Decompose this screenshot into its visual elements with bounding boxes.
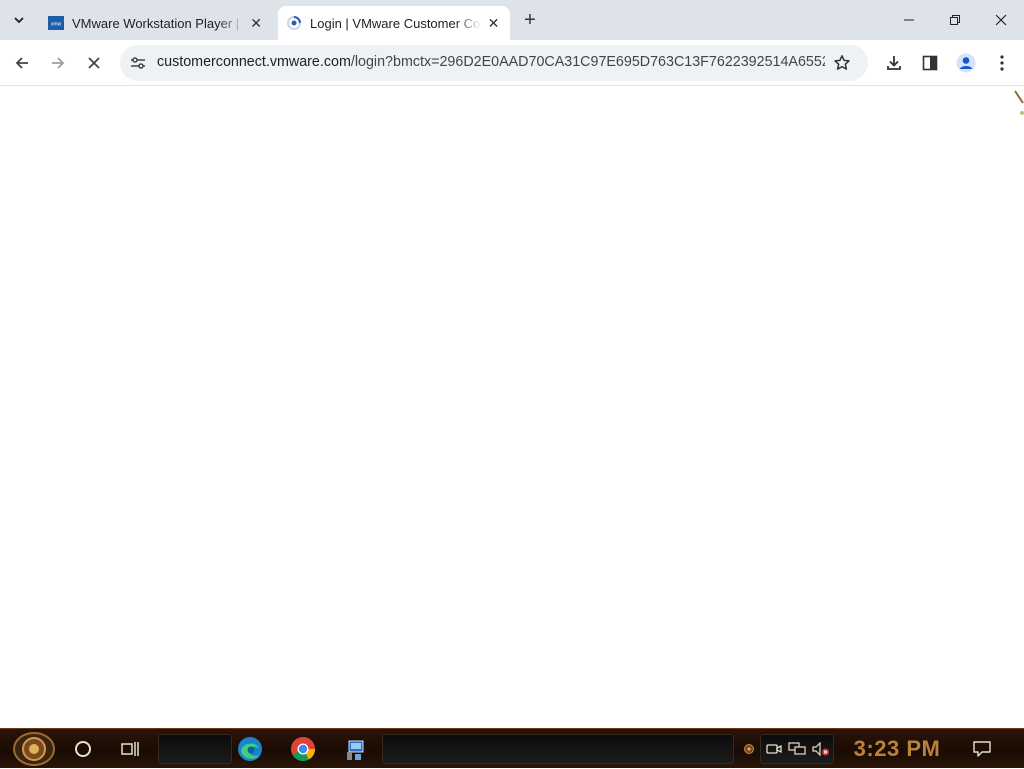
forward-button[interactable] xyxy=(42,47,74,79)
start-button[interactable] xyxy=(10,730,58,768)
download-icon xyxy=(887,56,901,70)
profile-button[interactable] xyxy=(950,47,982,79)
volume-muted-icon xyxy=(812,742,829,756)
network-folder-icon xyxy=(347,740,364,760)
tab-vmware-login[interactable]: Login | VMware Customer Connect ✕ xyxy=(278,6,510,40)
network-icon xyxy=(788,742,806,755)
vmware-icon: vmw xyxy=(48,15,64,31)
address-bar[interactable]: customerconnect.vmware.com/login?bmctx=2… xyxy=(120,45,868,81)
tab-vmware-workstation[interactable]: vmw VMware Workstation Player | VMware ✕ xyxy=(40,6,272,40)
tray-volume[interactable] xyxy=(810,729,832,769)
stop-loading-button[interactable] xyxy=(78,47,110,79)
gear-icon xyxy=(744,744,754,754)
tab-close-button[interactable]: ✕ xyxy=(248,13,264,33)
taskbar-panel-main xyxy=(382,734,734,764)
restore-icon xyxy=(950,15,960,25)
taskbar-clock[interactable]: 3:23 PM xyxy=(838,729,956,769)
decoration-icon xyxy=(1014,90,1024,115)
minimize-button[interactable] xyxy=(886,0,932,40)
side-panel-button[interactable] xyxy=(914,47,946,79)
close-window-button[interactable] xyxy=(978,0,1024,40)
search-circle-icon xyxy=(75,741,91,757)
svg-text:vmw: vmw xyxy=(51,22,62,28)
start-orb-icon xyxy=(13,732,55,766)
avatar-icon xyxy=(956,53,976,73)
side-panel-icon xyxy=(922,55,938,71)
task-view-icon xyxy=(121,742,139,756)
edge-taskbar-button[interactable] xyxy=(232,731,268,767)
tray-network[interactable] xyxy=(786,729,808,769)
bookmark-star-icon[interactable] xyxy=(832,53,852,73)
action-center-button[interactable] xyxy=(966,729,998,769)
site-settings-icon[interactable] xyxy=(128,53,148,73)
downloads-button[interactable] xyxy=(878,47,910,79)
chrome-icon xyxy=(291,737,315,762)
new-tab-button[interactable]: + xyxy=(518,8,542,32)
close-icon xyxy=(995,14,1007,26)
browser-toolbar: customerconnect.vmware.com/login?bmctx=2… xyxy=(0,40,1024,86)
url-host: customerconnect.vmware.com xyxy=(157,54,351,70)
network-folder-taskbar-button[interactable] xyxy=(338,731,374,767)
url-text[interactable]: customerconnect.vmware.com/login?bmctx=2… xyxy=(157,54,825,70)
tab-strip: vmw VMware Workstation Player | VMware ✕… xyxy=(0,0,1024,40)
minimize-icon xyxy=(904,19,914,21)
tab-close-button[interactable]: ✕ xyxy=(485,13,502,33)
restore-button[interactable] xyxy=(932,0,978,40)
tray-camera[interactable] xyxy=(764,729,784,769)
camera-icon xyxy=(766,744,782,754)
loading-spinner-icon xyxy=(286,15,302,31)
close-icon xyxy=(88,57,100,69)
notification-icon xyxy=(973,741,991,757)
tab-title: Login | VMware Customer Connect xyxy=(310,15,481,31)
tray-gear[interactable] xyxy=(740,729,758,769)
cortana-button[interactable] xyxy=(65,731,101,767)
back-button[interactable] xyxy=(6,47,38,79)
arrow-right-icon xyxy=(52,57,65,69)
arrow-left-icon xyxy=(15,57,28,69)
edge-icon xyxy=(238,737,262,761)
more-vertical-icon xyxy=(1000,55,1004,71)
page-content xyxy=(0,87,1024,728)
task-view-button[interactable] xyxy=(112,731,148,767)
chevron-down-icon xyxy=(14,17,24,24)
url-path: /login?bmctx=296D2E0AAD70CA31C97E695D763… xyxy=(350,54,825,70)
tab-title: VMware Workstation Player | VMware xyxy=(72,15,244,31)
browser-menu-button[interactable] xyxy=(986,47,1018,79)
taskbar-panel-left xyxy=(158,734,232,764)
tab-search-button[interactable] xyxy=(6,7,32,33)
taskbar: 3:23 PM xyxy=(0,728,1024,768)
chrome-taskbar-button[interactable] xyxy=(285,731,321,767)
